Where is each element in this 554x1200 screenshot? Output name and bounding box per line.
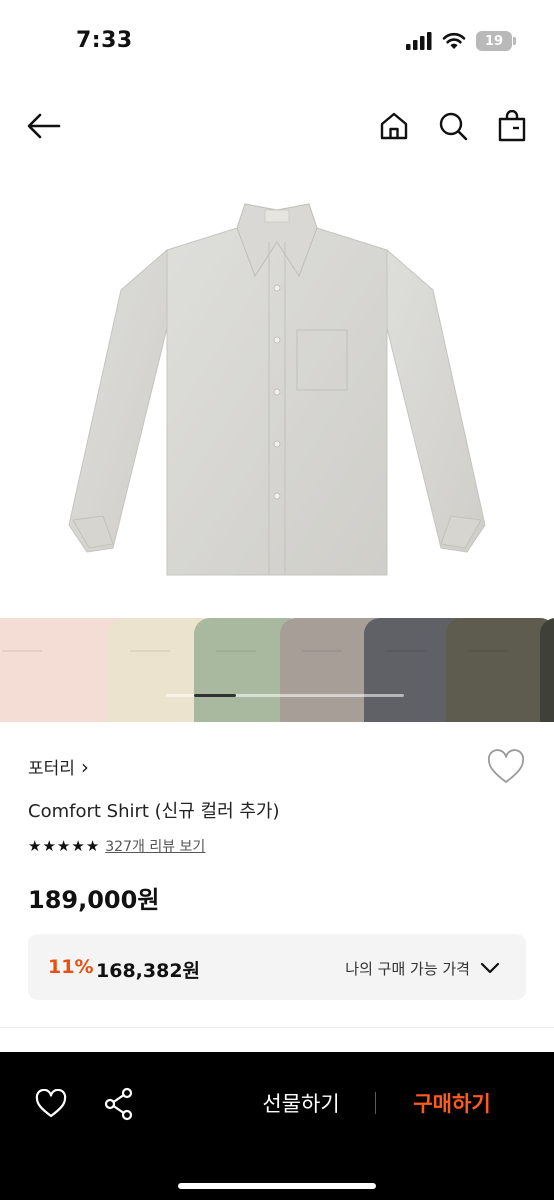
heart-icon [487, 749, 525, 783]
signal-icon [406, 32, 432, 50]
status-time: 7:33 [76, 28, 133, 53]
brand-link[interactable]: 포터리 › [28, 754, 89, 780]
wishlist-button[interactable] [486, 748, 526, 788]
chevron-down-icon [480, 962, 500, 974]
bottom-action-bar: 선물하기 구매하기 [0, 1052, 554, 1200]
gift-button[interactable]: 선물하기 [236, 1088, 366, 1122]
shirt-image [68, 203, 486, 576]
wifi-icon [442, 32, 466, 49]
star-rating: ★ ★ ★ ★ ★ [28, 837, 99, 855]
product-image [0, 180, 554, 610]
back-arrow-icon [27, 113, 61, 139]
star-icon: ★ [71, 837, 85, 855]
shopping-bag-icon [498, 110, 526, 142]
share-button[interactable] [99, 1084, 139, 1124]
status-bar: 7:33 19 [0, 0, 554, 80]
color-swatch-olive[interactable] [446, 618, 554, 722]
cart-button[interactable] [492, 106, 532, 146]
review-link[interactable]: 327개 리뷰 보기 [105, 836, 205, 856]
my-price-dropdown[interactable]: 11% 168,382원 나의 구매 가능 가격 [28, 934, 526, 1000]
buy-button[interactable]: 구매하기 [392, 1088, 512, 1122]
discounted-price: 168,382원 [96, 960, 201, 982]
separator [375, 1092, 376, 1114]
star-icon: ★ [56, 837, 71, 855]
search-button[interactable] [433, 106, 473, 146]
star-icon: ★ [42, 837, 56, 855]
color-swatch-dark-olive[interactable] [540, 618, 554, 722]
star-icon: ★ [85, 837, 100, 855]
battery-icon: 19 [476, 31, 516, 51]
bottom-wishlist-button[interactable] [31, 1084, 71, 1124]
star-icon: ★ [28, 837, 42, 855]
chevron-right-icon: › [80, 754, 89, 779]
back-button[interactable] [24, 106, 64, 146]
heart-icon [35, 1089, 67, 1118]
home-indicator[interactable] [178, 1183, 376, 1189]
search-icon [439, 112, 468, 141]
color-options-carousel[interactable] [0, 618, 554, 722]
status-icons: 19 [406, 31, 516, 51]
rating-row: ★ ★ ★ ★ ★ 327개 리뷰 보기 [28, 836, 205, 856]
brand-name: 포터리 [28, 759, 75, 779]
home-button[interactable] [374, 106, 414, 146]
divider [0, 1027, 554, 1028]
my-price-label: 나의 구매 가능 가격 [345, 960, 470, 978]
product-name: Comfort Shirt (신규 컬러 추가) [28, 801, 280, 822]
share-icon [104, 1087, 133, 1121]
top-navigation [0, 100, 554, 152]
discount-rate: 11% [48, 956, 94, 978]
product-price: 189,000원 [28, 886, 160, 914]
carousel-scroll-thumb[interactable] [194, 694, 236, 697]
home-icon [380, 112, 408, 140]
